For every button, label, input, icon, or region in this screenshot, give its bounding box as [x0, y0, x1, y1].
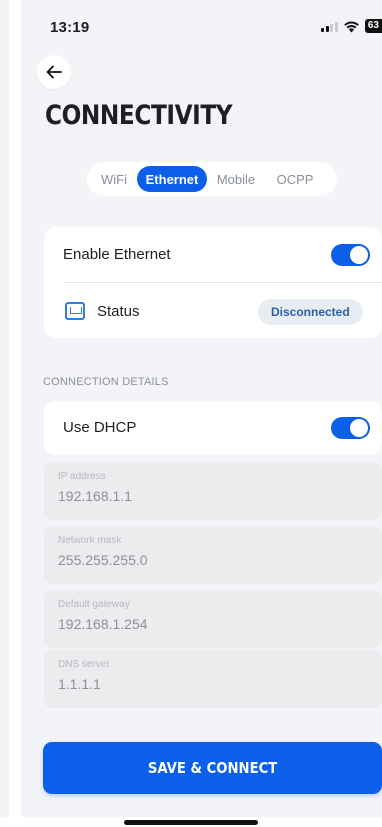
left-edge	[0, 0, 9, 817]
save-and-connect-button[interactable]: SAVE & CONNECT	[43, 742, 382, 794]
battery-indicator: 63	[364, 19, 382, 33]
field-value: 192.168.1.1	[58, 488, 132, 504]
tab-ethernet[interactable]: Ethernet	[137, 166, 207, 192]
field-label: IP address	[58, 471, 106, 482]
home-indicator[interactable]	[124, 820, 258, 825]
tab-mobile[interactable]: Mobile	[207, 166, 265, 192]
divider	[63, 282, 382, 283]
field-value: 255.255.255.0	[58, 552, 148, 568]
system-icons: 63	[321, 19, 382, 33]
use-dhcp-toggle[interactable]	[331, 417, 370, 439]
tab-ocpp[interactable]: OCPP	[265, 166, 325, 192]
save-button-label: SAVE & CONNECT	[147, 759, 278, 777]
cellular-signal-icon	[321, 21, 338, 32]
field-label: Default gateway	[58, 599, 130, 610]
section-title-connection-details: CONNECTION DETAILS	[43, 376, 169, 388]
dhcp-card: Use DHCP	[44, 401, 382, 455]
field-value: 1.1.1.1	[58, 676, 101, 692]
status-time: 13:19	[50, 19, 90, 36]
status-bar: 13:19 63	[21, 0, 382, 50]
back-button[interactable]	[37, 55, 71, 89]
status-badge: Disconnected	[258, 299, 363, 325]
use-dhcp-label: Use DHCP	[63, 419, 137, 436]
field-value: 192.168.1.254	[58, 616, 148, 632]
app-screen: 13:19 63 CONNECTIVITY WiFi Ethernet Mobi…	[21, 0, 382, 817]
ethernet-port-icon	[65, 302, 85, 320]
field-label: DNS server	[58, 659, 110, 670]
field-label: Network mask	[58, 535, 122, 546]
ethernet-card: Enable Ethernet Status Disconnected	[44, 227, 382, 338]
dns-server-field: DNS server 1.1.1.1	[44, 650, 382, 708]
enable-ethernet-toggle[interactable]	[331, 244, 370, 266]
ip-address-field: IP address 192.168.1.1	[44, 462, 382, 520]
status-label: Status	[97, 303, 140, 320]
page-title: CONNECTIVITY	[45, 100, 233, 131]
enable-ethernet-label: Enable Ethernet	[63, 246, 171, 263]
network-mask-field: Network mask 255.255.255.0	[44, 526, 382, 584]
tab-wifi[interactable]: WiFi	[91, 166, 137, 192]
connectivity-tabs: WiFi Ethernet Mobile OCPP	[87, 162, 337, 196]
wifi-icon	[344, 21, 359, 32]
back-arrow-icon	[46, 65, 62, 79]
default-gateway-field: Default gateway 192.168.1.254	[44, 590, 382, 648]
